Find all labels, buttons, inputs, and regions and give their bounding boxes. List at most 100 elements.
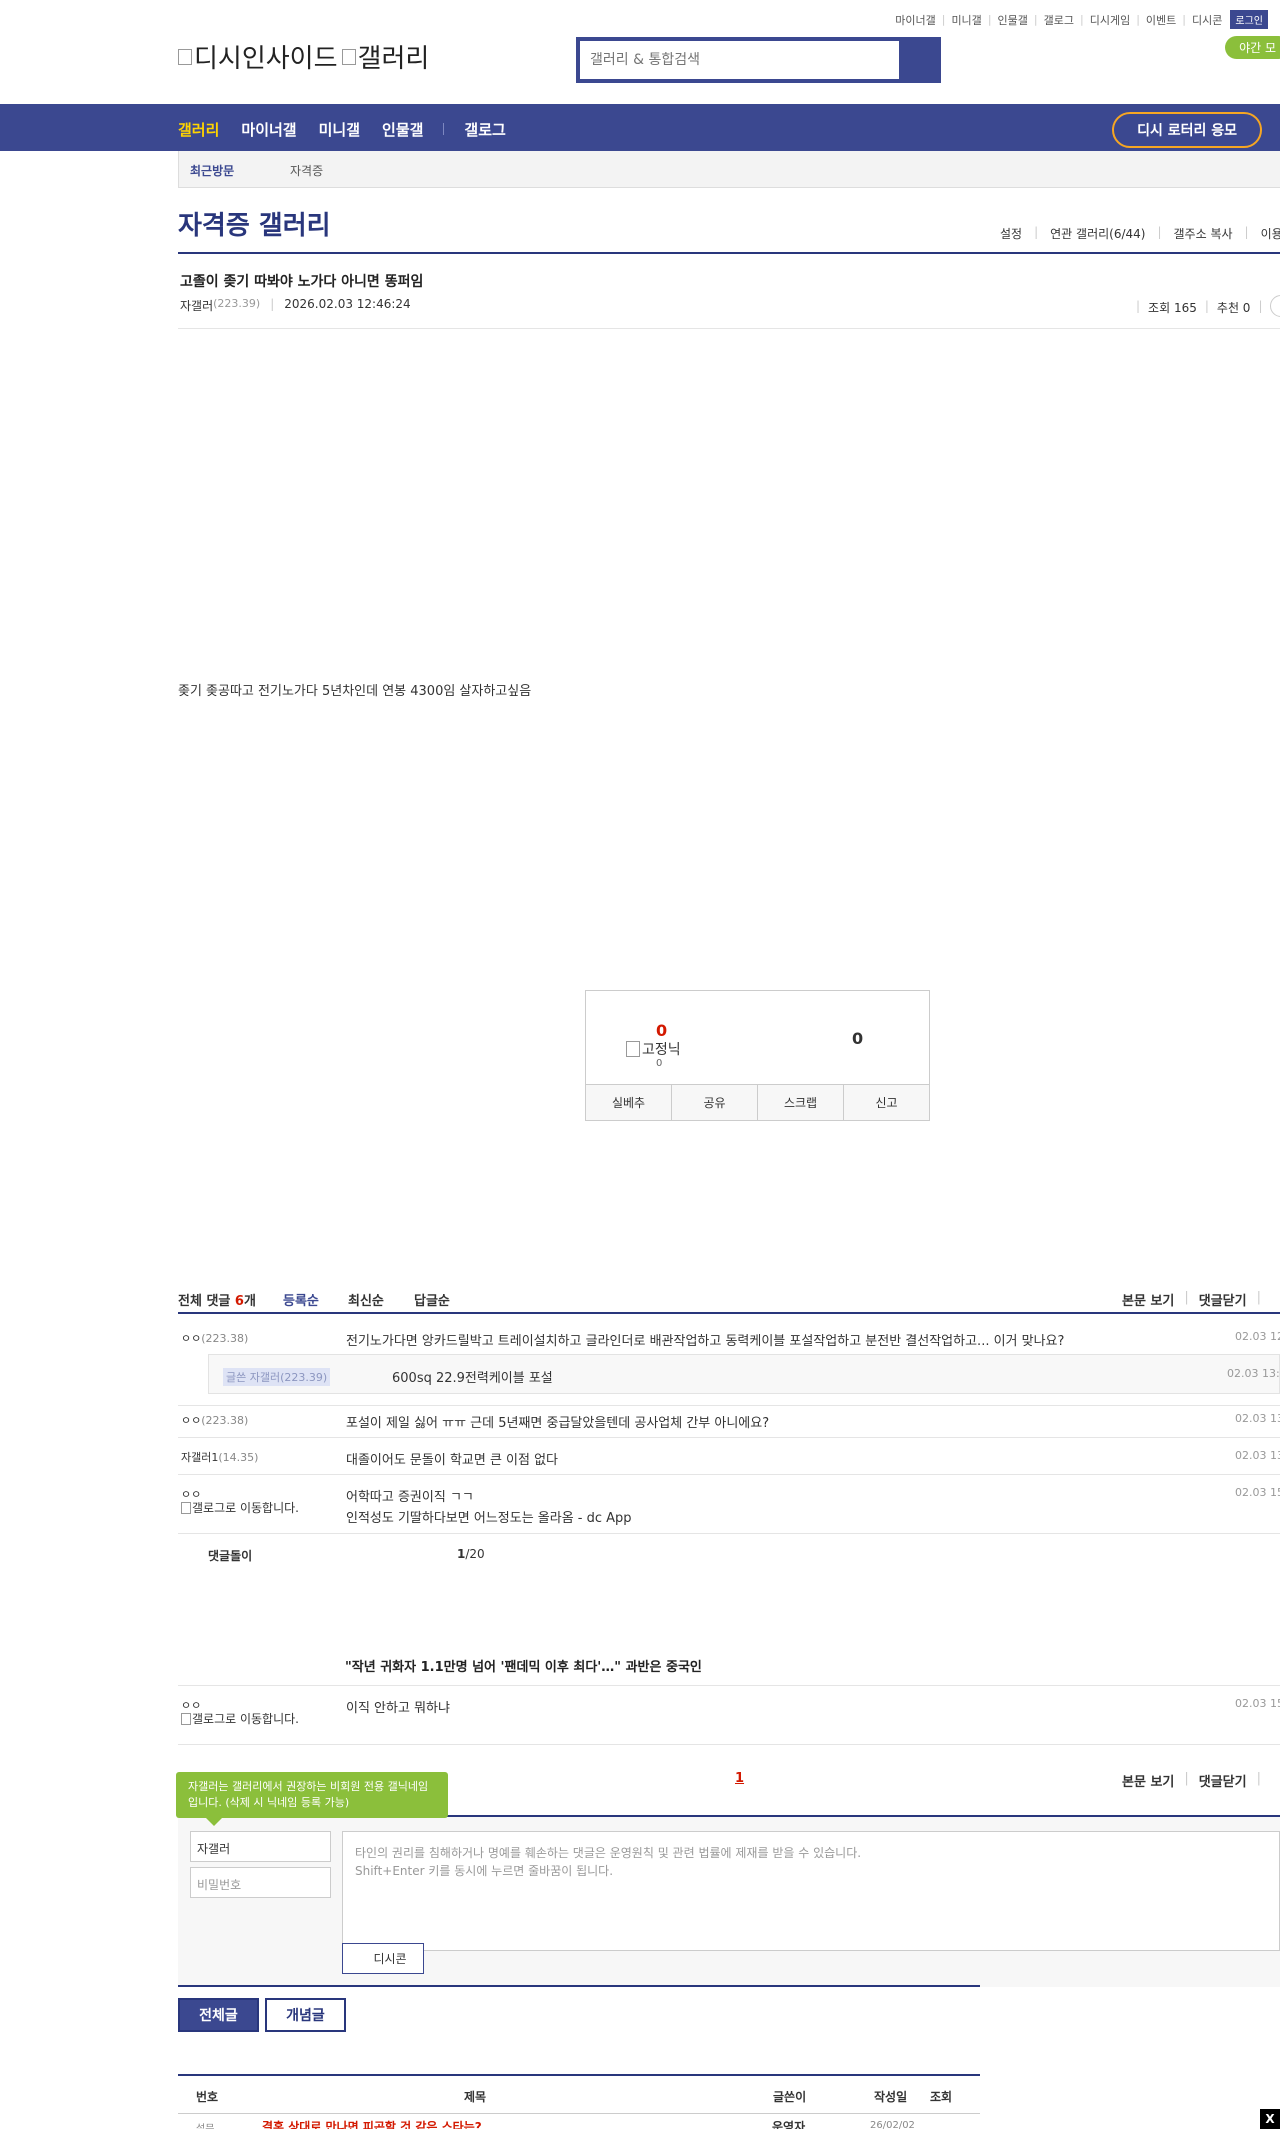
search-box — [576, 37, 941, 83]
nav-minor[interactable]: 마이너갤 — [241, 119, 296, 140]
comment-text: 전기노가다면 앙카드릴박고 트레이설치하고 글라인더로 배관작업하고 동력케이블… — [346, 1334, 1065, 1349]
row-title[interactable]: 결혼 상대로 만나면 피곤할 것 같은 스타는? — [262, 2118, 482, 2129]
title-divider — [178, 252, 1280, 254]
main-nav: 갤러리 마이너갤 미니갤 인물갤 갤로그 디시 로터리 응모 — [0, 104, 1280, 151]
report-button[interactable]: 신고 — [844, 1085, 929, 1120]
night-mode-button[interactable]: 야간 모 — [1225, 36, 1280, 59]
row-date: 26/02/02 — [870, 2120, 915, 2129]
author-badge[interactable]: 글쓴 자갤러(223.39) — [223, 1368, 331, 1386]
nickname-tooltip: 자갤러는 갤러리에서 권장하는 비회원 전용 갤닉네임입니다. (삭제 시 닉네… — [176, 1772, 448, 1826]
view-post-button[interactable]: 본문 보기 — [1122, 1290, 1174, 1309]
downvote-count[interactable]: 0 — [852, 1029, 863, 1048]
comment-date: 02.03 13 — [1235, 1449, 1280, 1462]
broken-image-icon — [178, 48, 192, 65]
post-title: 고졸이 좆기 따봐야 노가다 아니면 똥퍼임 — [180, 274, 424, 290]
top-link-mini[interactable]: 미니갤 — [951, 12, 981, 28]
top-link-dccon[interactable]: 디시콘 — [1192, 12, 1222, 28]
related-gallery-link[interactable]: 연관 갤러리(6/44) — [1050, 225, 1145, 242]
top-link-game[interactable]: 디시게임 — [1090, 12, 1130, 28]
post-body: 좆기 좆공따고 전기노가다 5년차인데 연봉 4300임 살자하고싶음 — [178, 684, 532, 699]
post-meta: 자갤러 (223.39) | 2026.02.03 12:46:24 — [180, 297, 411, 314]
sort-registered[interactable]: 등록순 — [283, 1290, 319, 1309]
logo-dcinside: 디시인사이드 — [178, 38, 338, 75]
comment-text: 포설이 제일 싫어 ㅠㅠ 근데 5년째면 중급달았을텐데 공사업체 간부 아니에… — [346, 1416, 770, 1431]
comment-nick[interactable]: 자갤러1(14.35) — [181, 1449, 258, 1465]
row-writer[interactable]: 운영자 — [772, 2118, 805, 2129]
top-link-gallog[interactable]: 갤로그 — [1044, 12, 1074, 28]
recent-label[interactable]: 최근방문 — [190, 162, 234, 179]
close-comments-button[interactable]: 댓글닫기 — [1199, 1290, 1247, 1309]
comment-page-1[interactable]: 1 — [735, 1771, 744, 1786]
comment-date: 02.03 15 — [1235, 1486, 1280, 1499]
comment-divider — [178, 1474, 1280, 1475]
recent-visits: 최근방문 자격증 — [178, 151, 1280, 188]
reply-item: 글쓴 자갤러(223.39) 600sq 22.9전력케이블 포설 02.03 … — [208, 1354, 1280, 1394]
lottery-button[interactable]: 디시 로터리 응모 — [1112, 112, 1262, 148]
comment-divider — [178, 1312, 1280, 1314]
best-posts-button[interactable]: 개념글 — [265, 1998, 346, 2032]
best-recommend-button[interactable]: 실베추 — [586, 1085, 672, 1120]
site-logo[interactable]: 디시인사이드 갤러리 — [178, 38, 429, 75]
gallog-image[interactable]: 갤로그로 이동합니다. — [181, 1713, 311, 1726]
all-posts-button[interactable]: 전체글 — [178, 1998, 259, 2032]
comment-nick[interactable]: ㅇㅇ(223.38) — [181, 1412, 248, 1428]
top-link-event[interactable]: 이벤트 — [1146, 12, 1176, 28]
top-link-person[interactable]: 인물갤 — [998, 12, 1028, 28]
nav-gallog[interactable]: 갤로그 — [464, 119, 505, 140]
gallog-image[interactable]: 갤로그로 이동합니다. — [181, 1502, 311, 1515]
share-button[interactable]: 공유 — [672, 1085, 758, 1120]
recent-item[interactable]: 자격증 — [290, 162, 323, 179]
nav-mini[interactable]: 미니갤 — [319, 119, 360, 140]
login-button[interactable]: 로그인 — [1230, 10, 1268, 29]
broken-image-icon — [181, 1713, 191, 1725]
comment-divider — [178, 1533, 1280, 1534]
sort-latest[interactable]: 최신순 — [348, 1290, 384, 1309]
comment-bot-page[interactable]: 1/20 — [457, 1547, 485, 1561]
view-post-button[interactable]: 본문 보기 — [1122, 1771, 1174, 1790]
password-input[interactable]: 비밀번호 — [190, 1867, 331, 1898]
comment-date: 02.03 13 — [1235, 1412, 1280, 1425]
close-comments-button[interactable]: 댓글닫기 — [1199, 1771, 1247, 1790]
more-icon[interactable] — [1270, 295, 1280, 317]
comment-text: 어학따고 증권이직 ㄱㄱ — [346, 1490, 474, 1505]
comment-nick[interactable]: ㅇㅇ(223.38) — [181, 1330, 248, 1346]
gallery-title[interactable]: 자격증 갤러리 — [178, 205, 331, 242]
comment-date: 02.03 15 — [1235, 1697, 1280, 1710]
sort-replies[interactable]: 답글순 — [414, 1290, 450, 1309]
comment-divider — [178, 1405, 1280, 1406]
comment-text-line2: 인적성도 기딸하다보면 어느정도는 올라옴 - dc App — [346, 1511, 632, 1526]
comment-nick[interactable]: ㅇㅇ 갤로그로 이동합니다. — [181, 1697, 311, 1726]
usage-link[interactable]: 이용 — [1261, 225, 1280, 242]
nav-person[interactable]: 인물갤 — [382, 119, 423, 140]
comment-bot-label: 댓글돌이 — [208, 1549, 253, 1563]
copy-address-link[interactable]: 갤주소 복사 — [1174, 225, 1233, 242]
post-ip: (223.39) — [213, 297, 261, 310]
search-input[interactable] — [580, 41, 899, 79]
comment-text: 대졸이어도 문돌이 학교면 큰 이점 없다 — [346, 1453, 559, 1468]
col-number: 번호 — [196, 2090, 219, 2104]
form-bottom-line — [178, 1985, 980, 1987]
nav-divider — [443, 123, 445, 135]
post-author[interactable]: 자갤러 — [180, 297, 213, 314]
close-icon[interactable]: X — [1260, 2109, 1280, 2129]
broken-image-icon — [181, 1502, 191, 1514]
comment-nick[interactable]: ㅇㅇ 갤로그로 이동합니다. — [181, 1486, 311, 1515]
news-title[interactable]: "작년 귀화자 1.1만명 넘어 '팬데믹 이후 최다'…" 과반은 중국인 — [345, 1656, 702, 1675]
post-stats: | 조회 165 | 추천 0 | — [1136, 299, 1263, 315]
nickname-input[interactable]: 자갤러 — [190, 1831, 331, 1862]
comment-date: 02.03 12 — [1235, 1330, 1280, 1343]
top-links: 마이너갤 | 미니갤 | 인물갤 | 갤로그 | 디시게임 | 이벤트 | 디시콘 로그인 — [895, 10, 1268, 29]
settings-link[interactable]: 설정 — [1000, 225, 1022, 242]
scrap-button[interactable]: 스크랩 — [758, 1085, 844, 1120]
nav-gallery[interactable]: 갤러리 — [178, 119, 219, 140]
top-link-minor[interactable]: 마이너갤 — [895, 12, 935, 28]
gallery-links: 설정 | 연관 갤러리(6/44) | 갤주소 복사 | 이용 — [1000, 225, 1280, 242]
comment-total: 전체 댓글 6개 — [178, 1294, 256, 1309]
dccon-button[interactable]: 디시콘 — [342, 1943, 424, 1974]
comment-divider — [178, 1685, 1280, 1686]
comment-textarea[interactable]: 타인의 권리를 침해하거나 명예를 훼손하는 댓글은 운영원칙 및 관련 법률에… — [342, 1831, 1280, 1951]
list-tabs: 전체글 개념글 — [178, 1998, 346, 2032]
upvote-count[interactable]: 0 — [656, 1021, 667, 1040]
search-button[interactable] — [895, 41, 937, 79]
col-writer: 글쓴이 — [773, 2090, 807, 2104]
